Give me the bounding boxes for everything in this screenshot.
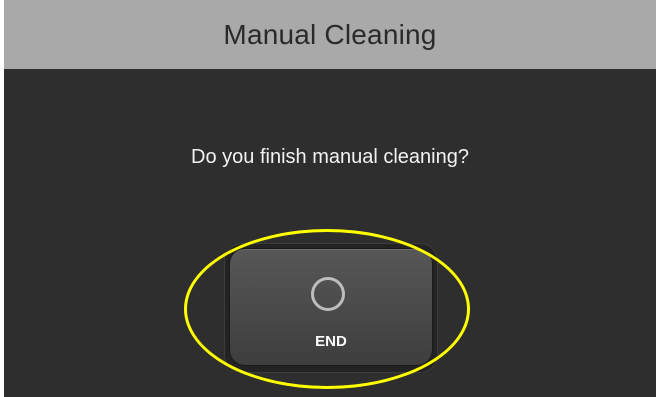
screen: Manual Cleaning Do you finish manual cle…	[0, 0, 660, 397]
prompt-text: Do you finish manual cleaning?	[191, 146, 469, 168]
title-bar: Manual Cleaning	[4, 0, 656, 69]
end-button-label: END	[315, 333, 347, 350]
circle-icon	[311, 277, 345, 311]
page-title: Manual Cleaning	[223, 18, 437, 50]
end-button[interactable]: END	[229, 248, 433, 366]
